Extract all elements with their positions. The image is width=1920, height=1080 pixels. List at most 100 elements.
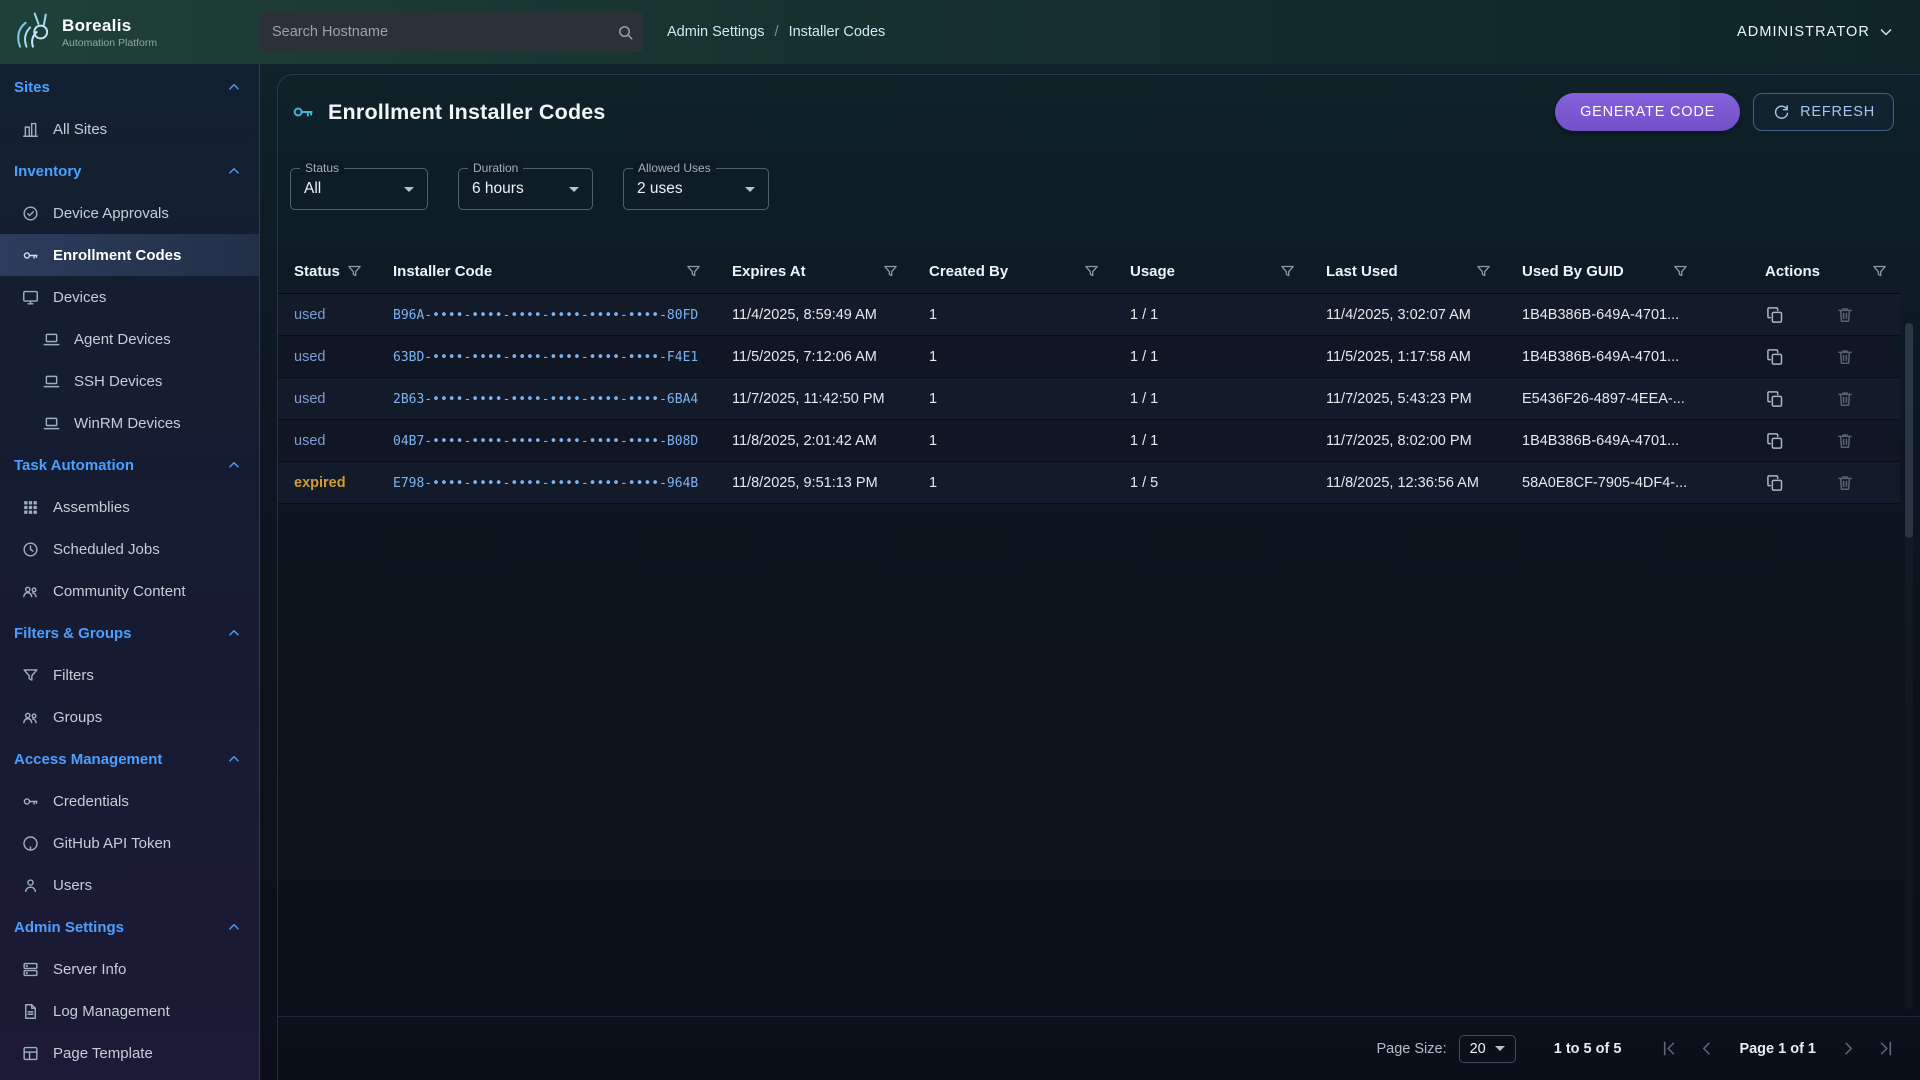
- sidebar-section-filters-groups[interactable]: Filters & Groups: [0, 612, 259, 654]
- installer-code[interactable]: B96A-••••-••••-••••-••••-••••-••••-80FD: [393, 308, 698, 323]
- laptop-icon: [42, 414, 61, 433]
- table-row[interactable]: used63BD-••••-••••-••••-••••-••••-••••-F…: [278, 336, 1900, 378]
- installer-code[interactable]: 04B7-••••-••••-••••-••••-••••-••••-B08D: [393, 434, 698, 449]
- table-scrollbar[interactable]: [1905, 323, 1913, 1010]
- sidebar-item-winrm-devices[interactable]: WinRM Devices: [0, 402, 259, 444]
- allowed-uses-filter-select[interactable]: Allowed Uses 2 uses: [623, 168, 769, 210]
- clock-icon: [21, 540, 40, 559]
- sidebar-section-admin-settings[interactable]: Admin Settings: [0, 906, 259, 948]
- column-header-installer-code[interactable]: Installer Code: [393, 263, 732, 280]
- installer-code[interactable]: 63BD-••••-••••-••••-••••-••••-••••-F4E1: [393, 350, 698, 365]
- breadcrumb-installer-codes[interactable]: Installer Codes: [789, 24, 886, 40]
- usage: 1 / 1: [1130, 391, 1326, 407]
- table-row[interactable]: used04B7-••••-••••-••••-••••-••••-••••-B…: [278, 420, 1900, 462]
- sidebar-item-label: GitHub API Token: [53, 835, 171, 852]
- document-icon: [21, 1002, 40, 1021]
- filter-icon[interactable]: [1475, 263, 1492, 280]
- sidebar-item-community-content[interactable]: Community Content: [0, 570, 259, 612]
- search-icon[interactable]: [616, 23, 635, 42]
- sidebar-item-assemblies[interactable]: Assemblies: [0, 486, 259, 528]
- table-row[interactable]: expiredE798-••••-••••-••••-••••-••••-•••…: [278, 462, 1900, 504]
- first-page-icon[interactable]: [1659, 1038, 1680, 1059]
- copy-icon[interactable]: [1765, 473, 1785, 493]
- sidebar-item-users[interactable]: Users: [0, 864, 259, 906]
- column-header-used-by-guid[interactable]: Used By GUID: [1522, 263, 1719, 280]
- column-header-actions[interactable]: Actions: [1719, 263, 1900, 280]
- caret-down-icon: [569, 187, 579, 192]
- refresh-button[interactable]: REFRESH: [1753, 93, 1894, 131]
- installer-code[interactable]: E798-••••-••••-••••-••••-••••-••••-964B: [393, 476, 698, 491]
- sidebar-item-label: Groups: [53, 709, 102, 726]
- brand[interactable]: Borealis Automation Platform: [0, 10, 260, 54]
- sidebar-item-scheduled-jobs[interactable]: Scheduled Jobs: [0, 528, 259, 570]
- filter-icon[interactable]: [1279, 263, 1296, 280]
- sidebar-section-sites[interactable]: Sites: [0, 66, 259, 108]
- section-title: Access Management: [14, 751, 162, 768]
- delete-icon[interactable]: [1835, 305, 1855, 325]
- generate-code-button[interactable]: GENERATE CODE: [1555, 93, 1740, 131]
- column-header-created-by[interactable]: Created By: [929, 263, 1130, 280]
- sidebar-item-server-info[interactable]: Server Info: [0, 948, 259, 990]
- status-filter-select[interactable]: Status All: [290, 168, 428, 210]
- sidebar-item-ssh-devices[interactable]: SSH Devices: [0, 360, 259, 402]
- page-size-select[interactable]: 20: [1459, 1035, 1516, 1063]
- chevron-down-icon: [1876, 22, 1896, 42]
- filter-icon[interactable]: [1871, 263, 1888, 280]
- sidebar-item-github-api-token[interactable]: GitHub API Token: [0, 822, 259, 864]
- sidebar-item-groups[interactable]: Groups: [0, 696, 259, 738]
- sidebar-item-enrollment-codes[interactable]: Enrollment Codes: [0, 234, 259, 276]
- sidebar-item-page-template[interactable]: Page Template: [0, 1032, 259, 1074]
- delete-icon[interactable]: [1835, 389, 1855, 409]
- copy-icon[interactable]: [1765, 389, 1785, 409]
- sidebar-item-device-approvals[interactable]: Device Approvals: [0, 192, 259, 234]
- last-used: 11/4/2025, 3:02:07 AM: [1326, 307, 1522, 323]
- scrollbar-thumb[interactable]: [1905, 323, 1913, 538]
- copy-icon[interactable]: [1765, 305, 1785, 325]
- sidebar-item-log-management[interactable]: Log Management: [0, 990, 259, 1032]
- search-input[interactable]: [260, 12, 616, 52]
- sidebar-item-agent-devices[interactable]: Agent Devices: [0, 318, 259, 360]
- person-icon: [21, 876, 40, 895]
- sidebar-section-access-management[interactable]: Access Management: [0, 738, 259, 780]
- previous-page-icon[interactable]: [1696, 1038, 1717, 1059]
- sidebar-section-task-automation[interactable]: Task Automation: [0, 444, 259, 486]
- next-page-icon[interactable]: [1838, 1038, 1859, 1059]
- delete-icon[interactable]: [1835, 473, 1855, 493]
- table-row[interactable]: used 2B63-••••-••••-••••-••••-••••-••••-6…: [278, 378, 1900, 420]
- column-header-last-used[interactable]: Last Used: [1326, 263, 1522, 280]
- column-header-usage[interactable]: Usage: [1130, 263, 1326, 280]
- sidebar-item-all-sites[interactable]: All Sites: [0, 108, 259, 150]
- page-header: Enrollment Installer Codes GENERATE CODE…: [278, 75, 1920, 131]
- column-header-expires-at[interactable]: Expires At: [732, 263, 929, 280]
- user-menu[interactable]: ADMINISTRATOR: [1737, 22, 1896, 42]
- status-badge: used: [294, 391, 325, 407]
- delete-icon[interactable]: [1835, 431, 1855, 451]
- breadcrumb-admin-settings[interactable]: Admin Settings: [667, 24, 765, 40]
- sidebar-item-label: Credentials: [53, 793, 129, 810]
- delete-icon[interactable]: [1835, 347, 1855, 367]
- filter-icon[interactable]: [882, 263, 899, 280]
- sidebar-item-devices[interactable]: Devices: [0, 276, 259, 318]
- page-title: Enrollment Installer Codes: [328, 100, 606, 125]
- search-box[interactable]: [260, 12, 643, 52]
- brand-subtitle: Automation Platform: [62, 37, 157, 49]
- filter-icon[interactable]: [1672, 263, 1689, 280]
- sidebar-section-inventory[interactable]: Inventory: [0, 150, 259, 192]
- installer-code[interactable]: 2B63-••••-••••-••••-••••-••••-••••-6BA4: [393, 392, 698, 407]
- last-used: 11/5/2025, 1:17:58 AM: [1326, 349, 1522, 365]
- chevron-up-icon: [225, 456, 243, 474]
- last-page-icon[interactable]: [1875, 1038, 1896, 1059]
- column-label: Installer Code: [393, 263, 492, 280]
- duration-filter-select[interactable]: Duration 6 hours: [458, 168, 593, 210]
- filter-icon[interactable]: [685, 263, 702, 280]
- table-row[interactable]: usedB96A-••••-••••-••••-••••-••••-••••-8…: [278, 294, 1900, 336]
- sidebar-item-credentials[interactable]: Credentials: [0, 780, 259, 822]
- copy-icon[interactable]: [1765, 347, 1785, 367]
- column-header-status[interactable]: Status: [294, 263, 393, 280]
- filter-icon[interactable]: [346, 263, 363, 280]
- row-range: 1 to 5 of 5: [1554, 1041, 1622, 1057]
- copy-icon[interactable]: [1765, 431, 1785, 451]
- main-content: Enrollment Installer Codes GENERATE CODE…: [260, 64, 1920, 1080]
- filter-icon[interactable]: [1083, 263, 1100, 280]
- sidebar-item-filters[interactable]: Filters: [0, 654, 259, 696]
